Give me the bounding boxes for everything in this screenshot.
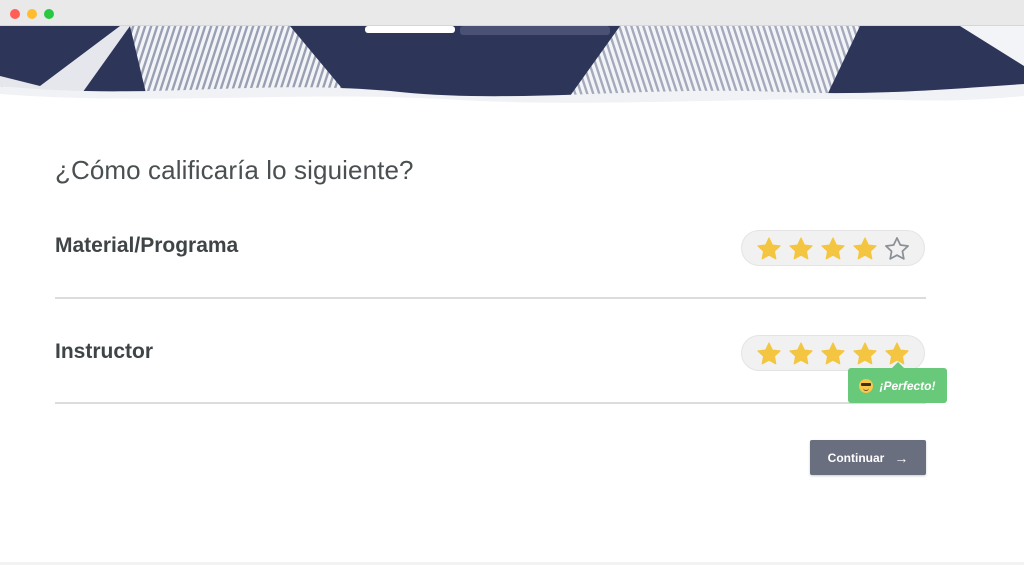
sunglasses-emoji-icon bbox=[859, 378, 874, 393]
window-titlebar bbox=[0, 0, 1024, 26]
header-banner-image bbox=[0, 26, 1024, 110]
star-icon[interactable] bbox=[852, 341, 878, 367]
feedback-text: ¡Perfecto! bbox=[879, 378, 936, 393]
rating-widget-material[interactable] bbox=[741, 230, 925, 266]
star-icon[interactable] bbox=[788, 236, 814, 262]
continue-button[interactable]: Continuar → bbox=[810, 440, 926, 475]
arrow-right-icon: → bbox=[894, 449, 909, 466]
close-window-button[interactable] bbox=[10, 9, 20, 19]
rating-label-material: Material/Programa bbox=[55, 234, 239, 257]
rating-feedback-tooltip: ¡Perfecto! bbox=[848, 362, 947, 403]
continue-button-label: Continuar bbox=[827, 450, 885, 465]
survey-question-heading: ¿Cómo calificaría lo siguiente? bbox=[55, 155, 414, 185]
star-icon[interactable] bbox=[788, 341, 814, 367]
rating-label-instructor: Instructor bbox=[55, 340, 154, 363]
star-icon[interactable] bbox=[756, 236, 782, 262]
row-divider bbox=[55, 297, 926, 299]
minimize-window-button[interactable] bbox=[27, 9, 37, 19]
row-divider bbox=[55, 402, 926, 404]
maximize-window-button[interactable] bbox=[44, 9, 54, 19]
star-icon[interactable] bbox=[820, 236, 846, 262]
star-icon[interactable] bbox=[820, 341, 846, 367]
star-icon[interactable] bbox=[852, 236, 878, 262]
star-icon[interactable] bbox=[884, 236, 910, 262]
star-icon[interactable] bbox=[756, 341, 782, 367]
